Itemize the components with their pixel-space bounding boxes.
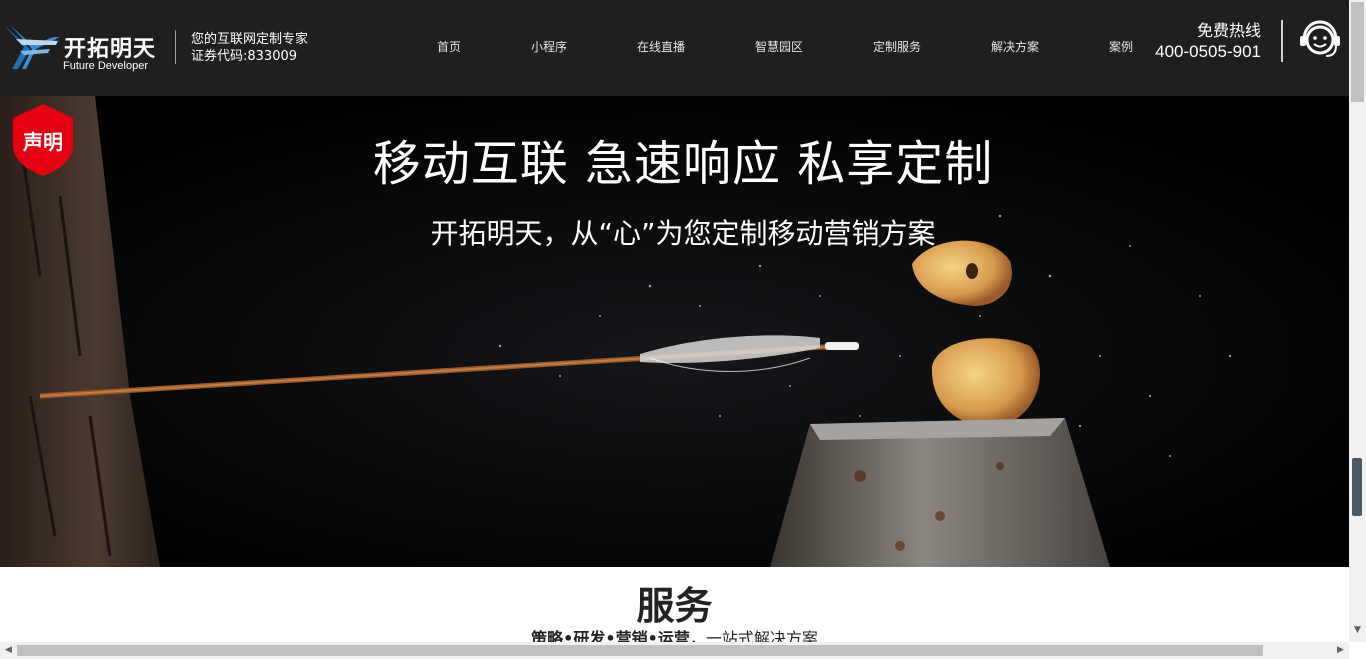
brand-tagline: 您的互联网定制专家 证券代码:833009 — [191, 31, 308, 65]
headset-smile-icon[interactable] — [1298, 18, 1342, 60]
scroll-down-arrow-icon[interactable]: ▼ — [1349, 622, 1366, 639]
statement-badge[interactable]: 声明 — [11, 102, 75, 178]
hotline-number[interactable]: 400-0505-901 — [1155, 40, 1261, 64]
vertical-scrollbar[interactable]: ▼ — [1349, 0, 1366, 642]
hotline: 免费热线 400-0505-901 — [1155, 22, 1261, 64]
site-logo[interactable]: 开拓明天 Future Developer — [2, 19, 162, 73]
hotline-label: 免费热线 — [1196, 21, 1261, 40]
nav-item-mini-program[interactable]: 小程序 — [531, 38, 567, 55]
logo-name-cn: 开拓明天 — [64, 37, 157, 62]
statement-badge-label: 声明 — [23, 130, 63, 154]
vertical-scroll-thumb[interactable] — [1351, 2, 1364, 102]
hero-title: 移动互联 急速响应 私享定制 — [372, 136, 994, 192]
services-title: 服务 — [636, 584, 713, 628]
logo-divider — [175, 30, 176, 64]
hero-subtitle: 开拓明天，从“心”为您定制移动营销方案 — [430, 217, 936, 250]
nav-item-live-stream[interactable]: 在线直播 — [637, 38, 685, 55]
tagline-stock-code: 证券代码:833009 — [191, 49, 298, 64]
tagline-slogan: 您的互联网定制专家 — [191, 32, 309, 47]
scroll-left-arrow-icon[interactable]: ◀ — [0, 642, 17, 659]
wing-logo-icon — [4, 25, 60, 69]
hero-banner: 移动互联 急速响应 私享定制 开拓明天，从“心”为您定制移动营销方案 — [0, 96, 1349, 567]
nav-item-smart-park[interactable]: 智慧园区 — [755, 38, 803, 55]
hotline-divider — [1281, 20, 1283, 62]
nav-item-home[interactable]: 首页 — [437, 38, 461, 55]
horizontal-scrollbar[interactable]: ◀ ▶ — [0, 642, 1349, 659]
horizontal-scroll-thumb[interactable] — [17, 645, 1263, 656]
nav-item-custom-service[interactable]: 定制服务 — [873, 38, 921, 55]
side-widget-handle[interactable] — [1352, 458, 1362, 516]
nav-item-solutions[interactable]: 解决方案 — [991, 38, 1039, 55]
site-header: 开拓明天 Future Developer 您的互联网定制专家 证券代码:833… — [0, 0, 1349, 96]
nav-item-cases[interactable]: 案例 — [1109, 38, 1133, 55]
scroll-right-arrow-icon[interactable]: ▶ — [1332, 642, 1349, 659]
logo-name-en: Future Developer — [63, 60, 148, 72]
